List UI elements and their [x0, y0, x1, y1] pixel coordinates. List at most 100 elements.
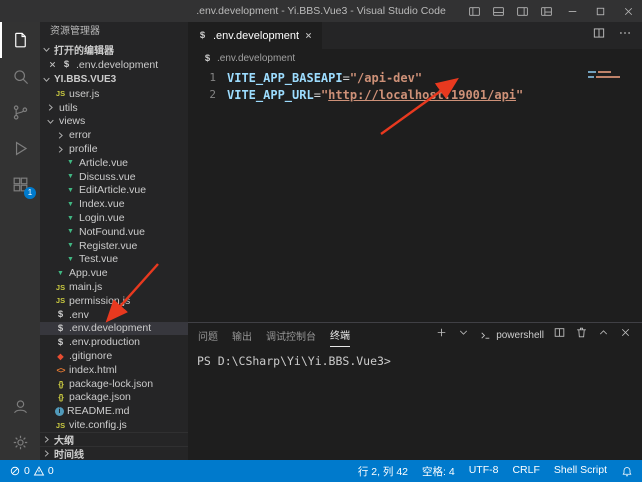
tree-item-label: .gitignore — [69, 350, 112, 362]
tree-item-permission.js[interactable]: JSpermission.js — [40, 294, 188, 308]
close-panel-icon[interactable] — [619, 326, 632, 344]
open-editors-label: 打开的编辑器 — [54, 42, 114, 57]
window-controls — [462, 0, 642, 22]
tree-item-Index.vue[interactable]: ▼Index.vue — [40, 197, 188, 211]
tree-item-README.md[interactable]: iREADME.md — [40, 404, 188, 418]
chevron-right-icon — [56, 145, 66, 154]
tree-item-index.html[interactable]: <>index.html — [40, 363, 188, 377]
tree-item-main.js[interactable]: JSmain.js — [40, 280, 188, 294]
tree-item-label: package-lock.json — [69, 378, 153, 390]
tree-item-.env[interactable]: $.env — [40, 308, 188, 322]
toggle-panel-icon[interactable] — [486, 0, 510, 22]
source-control-icon[interactable] — [0, 94, 40, 130]
open-editor-item[interactable]: $ .env.development — [40, 57, 188, 72]
tree-item-.env.development[interactable]: $.env.development — [40, 322, 188, 336]
close-icon[interactable] — [48, 60, 57, 69]
run-debug-icon[interactable] — [0, 130, 40, 166]
code-editor[interactable]: 1VITE_APP_BASEAPI="/api-dev"2VITE_APP_UR… — [188, 67, 642, 322]
split-terminal-icon[interactable] — [553, 326, 566, 344]
tree-item-NotFound.vue[interactable]: ▼NotFound.vue — [40, 225, 188, 239]
code-token-operator: = — [314, 88, 321, 102]
env-file-icon: $ — [55, 309, 66, 320]
shell-selector[interactable]: powershell — [479, 329, 544, 342]
minimize-button[interactable] — [558, 0, 586, 22]
vue-file-icon: ▼ — [65, 187, 76, 194]
maximize-panel-icon[interactable] — [597, 326, 610, 344]
activity-bar: 1 — [0, 22, 40, 460]
maximize-button[interactable] — [586, 0, 614, 22]
toggle-secondary-sidebar-icon[interactable] — [510, 0, 534, 22]
tree-item-Article.vue[interactable]: ▼Article.vue — [40, 156, 188, 170]
tree-item-Discuss.vue[interactable]: ▼Discuss.vue — [40, 170, 188, 184]
error-count: 0 — [24, 465, 30, 477]
json-file-icon: {} — [55, 392, 66, 402]
toggle-sidebar-icon[interactable] — [462, 0, 486, 22]
panel-tab-问题[interactable]: 问题 — [198, 323, 218, 347]
tree-item-error[interactable]: error — [40, 128, 188, 142]
code-token-string: " — [321, 88, 328, 102]
status-item[interactable]: 行 2, 列 42 — [358, 464, 408, 479]
tree-item-Register.vue[interactable]: ▼Register.vue — [40, 239, 188, 253]
tree-item-package-lock.json[interactable]: {}package-lock.json — [40, 377, 188, 391]
shellscript-file-icon: $ — [61, 59, 72, 70]
info-file-icon: i — [55, 407, 64, 416]
close-tab-icon[interactable] — [304, 31, 313, 40]
close-window-button[interactable] — [614, 0, 642, 22]
breadcrumb[interactable]: $ .env.development — [188, 49, 642, 67]
status-item[interactable]: Shell Script — [554, 464, 607, 479]
panel-header: 问题输出调试控制台终端 powershell — [188, 323, 642, 347]
status-item[interactable]: CRLF — [512, 464, 539, 479]
tree-item-App.vue[interactable]: ▼App.vue — [40, 266, 188, 280]
tree-item-profile[interactable]: profile — [40, 142, 188, 156]
editor-actions — [592, 22, 642, 49]
tree-item-Test.vue[interactable]: ▼Test.vue — [40, 253, 188, 267]
extensions-icon[interactable]: 1 — [0, 166, 40, 202]
kill-terminal-icon[interactable] — [575, 326, 588, 344]
notifications-bell-icon[interactable] — [621, 465, 633, 477]
tree-item-utils[interactable]: utils — [40, 101, 188, 115]
warning-icon — [33, 465, 45, 477]
status-item[interactable]: 空格: 4 — [422, 464, 455, 479]
panel-tab-调试控制台[interactable]: 调试控制台 — [266, 323, 316, 347]
tree-item-views[interactable]: views — [40, 115, 188, 129]
project-root-header[interactable]: YI.BBS.VUE3 — [40, 72, 188, 87]
minimap[interactable] — [588, 71, 630, 81]
problems-status[interactable]: 0 0 — [9, 465, 54, 477]
panel-tab-输出[interactable]: 输出 — [232, 323, 252, 347]
vue-file-icon: ▼ — [55, 270, 66, 277]
panel-tab-终端[interactable]: 终端 — [330, 323, 350, 347]
settings-gear-icon[interactable] — [0, 424, 40, 460]
chevron-down-icon[interactable] — [457, 326, 470, 344]
tree-item-package.json[interactable]: {}package.json — [40, 391, 188, 405]
open-editors-header[interactable]: 打开的编辑器 — [40, 42, 188, 57]
chevron-right-icon — [42, 435, 52, 444]
code-token-operator: = — [343, 71, 350, 85]
account-icon[interactable] — [0, 388, 40, 424]
git-file-icon: ◆ — [55, 352, 66, 361]
code-line: 1VITE_APP_BASEAPI="/api-dev" — [188, 69, 642, 86]
tree-item-label: user.js — [69, 88, 99, 100]
terminal-content[interactable]: PS D:\CSharp\Yi\Yi.BBS.Vue3> — [188, 347, 642, 460]
more-actions-icon[interactable] — [618, 26, 632, 45]
outline-section[interactable]: 大纲 — [40, 432, 188, 446]
tree-item-EditArticle.vue[interactable]: ▼EditArticle.vue — [40, 184, 188, 198]
terminal-panel: 问题输出调试控制台终端 powershell — [188, 322, 642, 460]
tree-item-.gitignore[interactable]: ◆.gitignore — [40, 349, 188, 363]
tree-item-user.js[interactable]: JSuser.js — [40, 87, 188, 101]
status-item[interactable]: UTF-8 — [469, 464, 499, 479]
tree-item-Login.vue[interactable]: ▼Login.vue — [40, 211, 188, 225]
tree-item-label: README.md — [67, 405, 129, 417]
js-file-icon: JS — [55, 283, 66, 292]
timeline-section[interactable]: 时间线 — [40, 446, 188, 460]
search-icon[interactable] — [0, 58, 40, 94]
tree-item-vite.config.js[interactable]: JSvite.config.js — [40, 418, 188, 432]
explorer-activity-icon[interactable] — [0, 22, 40, 58]
line-number: 1 — [188, 71, 227, 84]
tab-env-development[interactable]: $ .env.development — [188, 22, 322, 49]
minimap-line — [588, 76, 630, 78]
tree-item-.env.production[interactable]: $.env.production — [40, 335, 188, 349]
customize-layout-icon[interactable] — [534, 0, 558, 22]
split-editor-icon[interactable] — [592, 26, 606, 45]
error-icon — [9, 465, 21, 477]
new-terminal-icon[interactable] — [435, 326, 448, 344]
